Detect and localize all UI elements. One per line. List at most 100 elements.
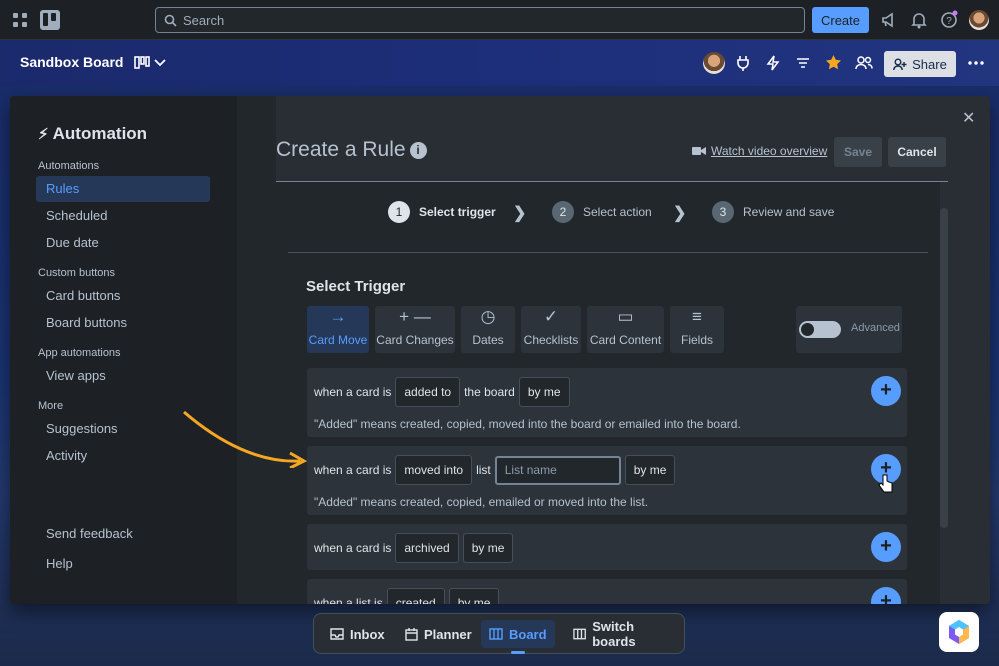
checkmark-icon: ✓	[543, 307, 559, 326]
info-icon[interactable]: i	[409, 142, 427, 159]
tab-card-changes[interactable]: + — Card Changes	[375, 306, 455, 353]
action-select[interactable]: created	[386, 588, 445, 604]
select-trigger-heading: Select Trigger	[306, 278, 406, 295]
create-button[interactable]: Create	[812, 7, 869, 33]
board-icon	[489, 628, 503, 640]
trigger-prefix: when a card is	[314, 541, 392, 555]
top-navigation-bar: Search Create ?	[0, 0, 999, 40]
switch-boards-icon	[573, 628, 586, 640]
nav-planner[interactable]: Planner	[397, 620, 480, 648]
list-name-input[interactable]: List name	[494, 455, 621, 485]
save-button[interactable]: Save	[834, 137, 882, 167]
cancel-button[interactable]: Cancel	[888, 137, 946, 167]
nav-inbox[interactable]: Inbox	[322, 620, 393, 648]
video-camera-icon	[692, 147, 706, 155]
section-automations: Automations	[38, 160, 100, 172]
action-select[interactable]: added to	[395, 377, 461, 407]
by-select[interactable]: by me	[462, 533, 514, 563]
plus-minus-icon: + —	[399, 307, 431, 326]
tab-checklists[interactable]: ✓ Checklists	[521, 306, 581, 353]
bell-icon[interactable]	[909, 10, 929, 30]
sidebar-item-rules[interactable]: Rules	[36, 176, 210, 202]
step-review-save[interactable]: 3 Review and save	[712, 201, 834, 223]
advanced-label: Advanced	[851, 322, 900, 334]
by-select[interactable]: by me	[518, 377, 570, 407]
filter-icon[interactable]	[795, 55, 811, 71]
annotation-arrow-icon	[183, 410, 308, 468]
share-button[interactable]: Share	[884, 51, 956, 77]
section-custom-buttons: Custom buttons	[38, 267, 116, 279]
rule-editor: Create a Rule i Watch video overview Save…	[276, 96, 948, 604]
sidebar-item-scheduled[interactable]: Scheduled	[36, 203, 210, 229]
trigger-mid: the board	[464, 385, 515, 399]
tab-fields[interactable]: ≡ Fields	[670, 306, 724, 353]
trigger-row-list-created: when a list is created by me +	[307, 579, 907, 604]
calendar-icon	[405, 627, 418, 641]
sidebar-title: ⚡︎ Automation	[38, 124, 148, 143]
nav-switch-boards[interactable]: Switch boards	[565, 619, 684, 649]
send-feedback-link[interactable]: Send feedback	[36, 521, 210, 547]
star-icon[interactable]	[825, 54, 842, 71]
sidebar-item-card-buttons[interactable]: Card buttons	[36, 283, 210, 309]
add-trigger-button[interactable]: +	[871, 376, 901, 406]
board-member-avatar[interactable]	[703, 52, 725, 74]
help-icon[interactable]: ?	[939, 10, 959, 30]
tab-card-move[interactable]: → Card Move	[307, 306, 369, 353]
cube-logo-icon	[949, 620, 969, 644]
lightning-icon: ⚡︎	[38, 126, 49, 143]
more-options-icon[interactable]	[968, 61, 984, 65]
by-select[interactable]: by me	[448, 588, 500, 604]
sidebar-item-due-date[interactable]: Due date	[36, 230, 210, 256]
by-select[interactable]: by me	[624, 455, 676, 485]
trigger-prefix: when a card is	[314, 463, 392, 477]
nav-board[interactable]: Board	[481, 620, 555, 654]
add-trigger-button[interactable]: +	[871, 532, 901, 562]
search-input[interactable]: Search	[155, 7, 805, 33]
comment-icon: ▭	[617, 307, 634, 326]
app-badge-logo[interactable]	[939, 612, 979, 652]
power-ups-icon[interactable]	[735, 55, 751, 71]
advanced-toggle[interactable]: Advanced	[796, 306, 902, 353]
megaphone-icon[interactable]	[879, 10, 899, 30]
scrollbar[interactable]	[940, 208, 948, 528]
help-link[interactable]: Help	[36, 551, 210, 577]
hand-cursor-icon	[878, 474, 893, 493]
members-icon[interactable]	[855, 55, 873, 71]
tab-dates[interactable]: ◷ Dates	[461, 306, 515, 353]
watch-video-link[interactable]: Watch video overview	[692, 144, 827, 158]
sidebar-item-view-apps[interactable]: View apps	[36, 363, 210, 389]
automation-modal: ⚡︎ Automation Automations Rules Schedule…	[10, 96, 990, 604]
action-select[interactable]: archived	[395, 533, 459, 563]
section-app-automations: App automations	[38, 347, 121, 359]
search-icon	[164, 14, 177, 27]
page-title: Create a Rule i	[276, 138, 427, 162]
trello-logo[interactable]	[40, 10, 60, 30]
clock-icon: ◷	[480, 307, 496, 326]
action-select[interactable]: moved into	[395, 455, 473, 485]
chevron-right-icon: ❯	[673, 205, 687, 222]
board-view-icon[interactable]	[134, 56, 150, 70]
step-select-action[interactable]: 2 Select action	[552, 201, 652, 223]
toggle-switch[interactable]	[799, 321, 841, 338]
modal-gutter	[237, 96, 277, 604]
app-switcher-icon[interactable]	[10, 10, 30, 30]
chevron-down-icon[interactable]	[154, 58, 166, 67]
arrow-right-icon: →	[329, 307, 347, 326]
search-placeholder: Search	[183, 12, 225, 28]
automation-icon[interactable]	[765, 55, 781, 71]
svg-text:?: ?	[946, 16, 952, 27]
sidebar-item-board-buttons[interactable]: Board buttons	[36, 310, 210, 336]
step-select-trigger[interactable]: 1 Select trigger	[388, 201, 496, 223]
fields-icon: ≡	[692, 307, 702, 326]
user-avatar[interactable]	[969, 10, 989, 30]
trigger-prefix: when a list is	[314, 596, 383, 604]
trigger-row-archived: when a card is archived by me +	[307, 524, 907, 570]
add-trigger-button[interactable]: +	[871, 587, 901, 604]
board-title[interactable]: Sandbox Board	[20, 54, 123, 70]
bottom-navigation: Inbox Planner Board Switch boards	[313, 613, 685, 654]
close-icon[interactable]: ✕	[962, 108, 975, 128]
inbox-icon	[330, 628, 344, 640]
tab-card-content[interactable]: ▭ Card Content	[587, 306, 664, 353]
trigger-mid: list	[476, 463, 491, 477]
section-more: More	[38, 400, 64, 412]
